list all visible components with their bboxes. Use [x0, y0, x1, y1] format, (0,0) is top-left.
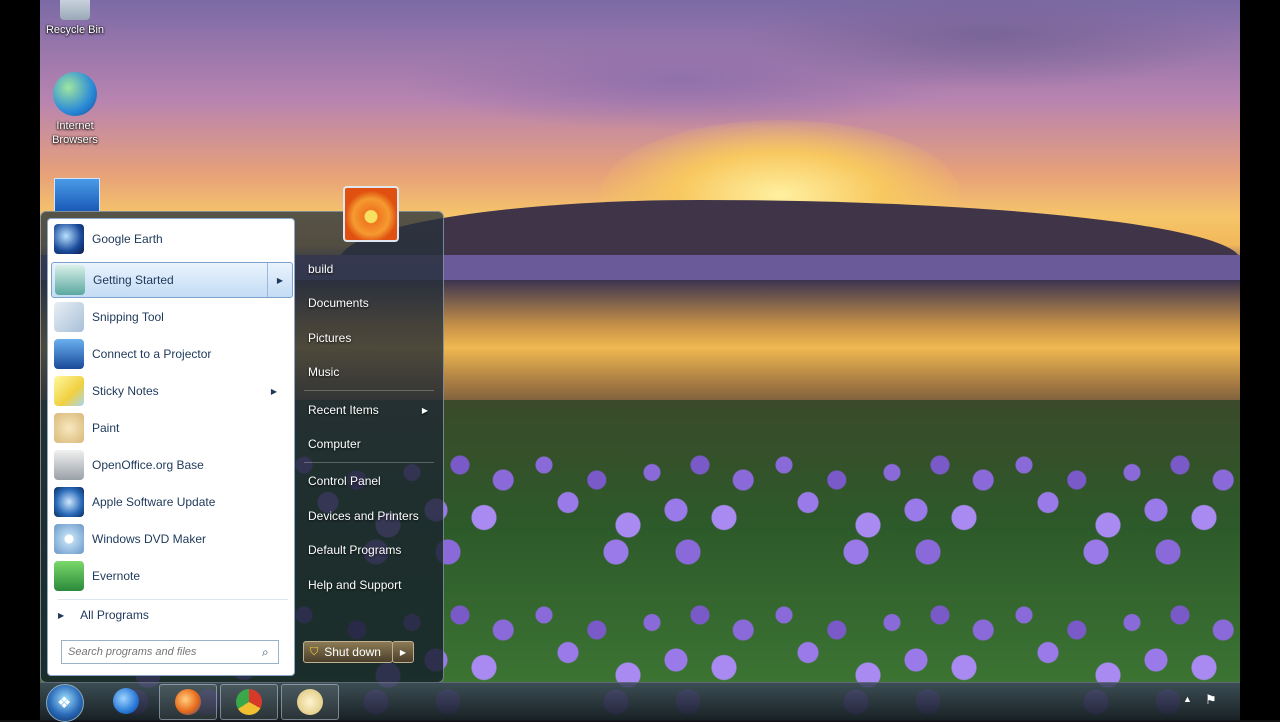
triangle-right-icon: ▶	[58, 610, 65, 620]
start-item-label: Control Panel	[308, 474, 381, 488]
program-getting-started[interactable]: Getting Started ▶	[51, 262, 293, 298]
start-item-recent-items[interactable]: Recent Items ▶	[300, 395, 438, 425]
start-item-pictures[interactable]: Pictures	[300, 323, 438, 353]
start-item-label: Help and Support	[308, 578, 402, 592]
program-label: Apple Software Update	[92, 495, 216, 509]
start-item-label: Devices and Printers	[308, 509, 419, 523]
firefox-icon	[175, 689, 201, 715]
google-earth-icon	[54, 224, 84, 254]
start-item-computer[interactable]: Computer	[300, 429, 438, 459]
start-item-music[interactable]: Music	[300, 357, 438, 387]
program-windows-dvd-maker[interactable]: Windows DVD Maker	[51, 521, 291, 557]
chevron-right-icon: ▶	[399, 647, 407, 657]
evernote-elephant-icon	[54, 561, 84, 591]
start-menu-programs-pane: Google Earth Getting Started ▶ Snipping …	[47, 218, 295, 676]
user-account-picture[interactable]	[343, 186, 399, 242]
start-item-label: build	[308, 262, 334, 276]
globe-icon	[53, 72, 97, 116]
program-label: Sticky Notes	[92, 384, 159, 398]
program-label: Connect to a Projector	[92, 347, 212, 361]
start-item-label: Documents	[308, 296, 369, 310]
software-update-icon	[54, 487, 84, 517]
start-item-build[interactable]: build	[300, 254, 438, 284]
start-item-help-support[interactable]: Help and Support	[300, 570, 438, 600]
program-google-earth[interactable]: Google Earth	[51, 221, 291, 257]
program-sticky-notes[interactable]: Sticky Notes ▶	[51, 373, 291, 409]
program-label: Paint	[92, 421, 120, 435]
program-connect-projector[interactable]: Connect to a Projector	[51, 336, 291, 372]
program-label: Evernote	[92, 569, 141, 583]
menu-separator	[304, 390, 434, 391]
search-icon[interactable]: ⌕	[262, 645, 278, 660]
program-label: Getting Started	[93, 273, 174, 287]
projector-icon	[54, 339, 84, 369]
program-label: Windows DVD Maker	[92, 532, 207, 546]
start-item-label: Recent Items	[308, 403, 379, 417]
taskbar-chrome[interactable]	[220, 684, 278, 720]
start-item-devices-printers[interactable]: Devices and Printers	[300, 501, 438, 531]
right-letterbox	[1240, 0, 1280, 720]
taskbar-firefox[interactable]	[159, 684, 217, 720]
show-hidden-icons-arrow-icon[interactable]: ▲	[1183, 694, 1192, 704]
action-center-flag-icon[interactable]: ⚑	[1205, 692, 1217, 708]
chevron-right-icon: ▶	[421, 405, 428, 415]
sticky-notes-icon	[54, 376, 84, 406]
program-label: Snipping Tool	[92, 310, 164, 324]
start-item-documents[interactable]: Documents	[300, 288, 438, 318]
start-button[interactable]: ❖	[46, 684, 84, 722]
program-paint[interactable]: Paint	[51, 410, 291, 446]
taskbar-internet-explorer[interactable]	[98, 684, 154, 718]
start-item-label: Music	[308, 365, 340, 379]
program-evernote[interactable]: Evernote	[51, 558, 291, 594]
start-item-label: Computer	[308, 437, 361, 451]
chevron-right-icon: ▶	[270, 386, 277, 396]
menu-separator	[304, 462, 434, 463]
chevron-right-icon: ▶	[276, 275, 283, 285]
desktop-icon-recycle-bin[interactable]: Recycle Bin	[40, 0, 110, 37]
start-search-box[interactable]: ⌕	[61, 640, 279, 664]
scissors-icon	[54, 302, 84, 332]
desktop-shortcut-icon[interactable]	[54, 178, 100, 212]
program-openoffice-base[interactable]: OpenOffice.org Base	[51, 447, 291, 483]
all-programs-button[interactable]: ▶ All Programs	[58, 599, 288, 630]
shutdown-options-button[interactable]: ▶	[392, 641, 414, 663]
start-item-label: Pictures	[308, 331, 352, 345]
search-input[interactable]	[62, 645, 262, 659]
internet-explorer-icon	[113, 688, 139, 714]
shutdown-button[interactable]: ⛉ Shut down	[303, 641, 393, 663]
program-label: OpenOffice.org Base	[92, 458, 204, 472]
getting-started-icon	[55, 265, 85, 295]
left-letterbox	[0, 0, 40, 720]
start-item-default-programs[interactable]: Default Programs	[300, 535, 438, 565]
desktop-icon-label: Internet Browsers	[52, 120, 98, 146]
start-item-control-panel[interactable]: Control Panel	[300, 466, 438, 496]
program-label: Google Earth	[92, 232, 163, 246]
shield-icon: ⛉	[310, 645, 319, 658]
windows-logo-icon: ❖	[57, 695, 72, 712]
all-programs-label: All Programs	[80, 608, 149, 622]
dvd-icon	[54, 524, 84, 554]
desktop-icon-internet-browsers[interactable]: Internet Browsers	[40, 72, 110, 147]
paint-palette-icon	[54, 413, 84, 443]
shutdown-label: Shut down	[324, 645, 381, 659]
recycle-bin-icon	[60, 0, 90, 20]
program-apple-software-update[interactable]: Apple Software Update	[51, 484, 291, 520]
desktop-icon-label: Recycle Bin	[45, 24, 105, 36]
paint-icon	[297, 689, 323, 715]
start-item-label: Default Programs	[308, 543, 402, 557]
database-icon	[54, 450, 84, 480]
program-snipping-tool[interactable]: Snipping Tool	[51, 299, 291, 335]
taskbar-paint[interactable]	[281, 684, 339, 720]
chrome-icon	[236, 689, 262, 715]
